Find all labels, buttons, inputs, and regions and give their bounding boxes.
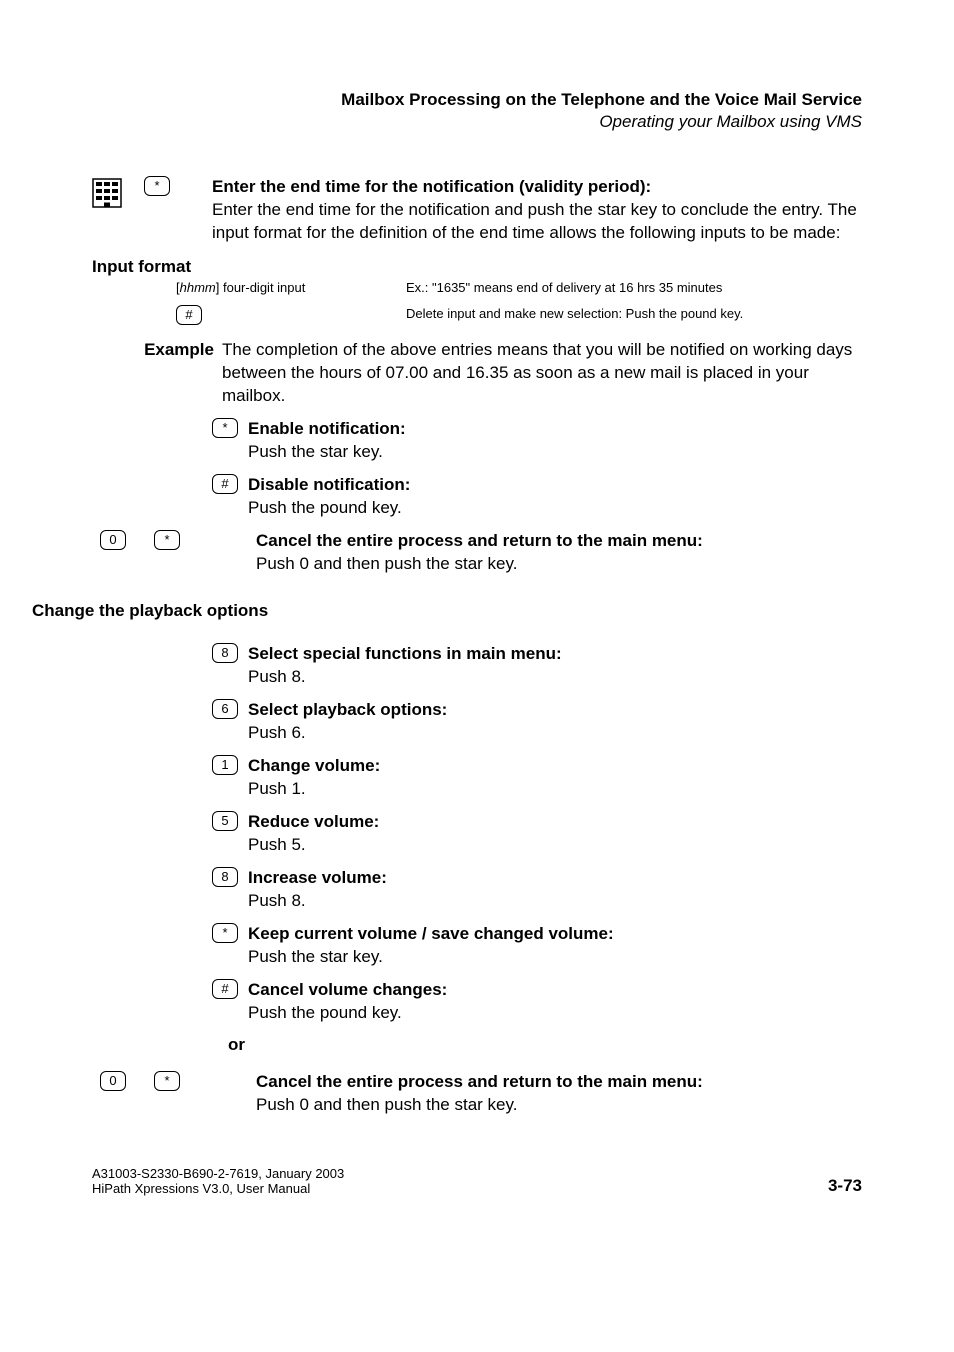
input-format-example-text: Ex.: "1635" means end of delivery at 16 … — [406, 279, 862, 297]
key-six: 6 — [212, 699, 238, 719]
key-star: * — [212, 418, 238, 438]
cancel-main-1-text: Cancel the entire process and return to … — [220, 530, 862, 576]
page-header-subtitle: Operating your Mailbox using VMS — [92, 112, 862, 132]
key-star: * — [154, 1071, 180, 1091]
cancel-volume-text: Cancel volume changes: Push the pound ke… — [248, 979, 862, 1025]
input-format-label: Input format — [92, 257, 862, 277]
key-eight: 8 — [212, 867, 238, 887]
key-one: 1 — [212, 755, 238, 775]
enter-end-time-text: Enter the end time for the notification … — [212, 176, 862, 245]
page-number: 3-73 — [828, 1176, 862, 1196]
keypad-icon — [92, 178, 122, 208]
keep-volume-text: Keep current volume / save changed volum… — [248, 923, 862, 969]
disable-notification-text: Disable notification: Push the pound key… — [248, 474, 862, 520]
key-hash: # — [176, 305, 202, 325]
change-volume-text: Change volume: Push 1. — [248, 755, 862, 801]
increase-volume-text: Increase volume: Push 8. — [248, 867, 862, 913]
playback-options-heading: Change the playback options — [32, 601, 862, 621]
footer-info: A31003-S2330-B690-2-7619, January 2003 H… — [92, 1166, 344, 1196]
select-special-text: Select special functions in main menu: P… — [248, 643, 862, 689]
key-star: * — [144, 176, 170, 196]
key-eight: 8 — [212, 643, 238, 663]
key-star: * — [154, 530, 180, 550]
key-hash: # — [212, 474, 238, 494]
reduce-volume-text: Reduce volume: Push 5. — [248, 811, 862, 857]
page-header-title: Mailbox Processing on the Telephone and … — [92, 90, 862, 110]
key-hash: # — [212, 979, 238, 999]
key-five: 5 — [212, 811, 238, 831]
example-text: The completion of the above entries mean… — [222, 339, 862, 408]
key-zero: 0 — [100, 1071, 126, 1091]
example-label: Example — [92, 339, 222, 408]
cancel-main-2-text: Cancel the entire process and return to … — [220, 1071, 862, 1117]
enable-notification-text: Enable notification: Push the star key. — [248, 418, 862, 464]
input-format-hhmm: [hhmm] four-digit input — [92, 279, 406, 297]
input-format-delete-text: Delete input and make new selection: Pus… — [406, 305, 862, 325]
key-star: * — [212, 923, 238, 943]
key-zero: 0 — [100, 530, 126, 550]
or-label: or — [228, 1035, 862, 1055]
select-playback-text: Select playback options: Push 6. — [248, 699, 862, 745]
